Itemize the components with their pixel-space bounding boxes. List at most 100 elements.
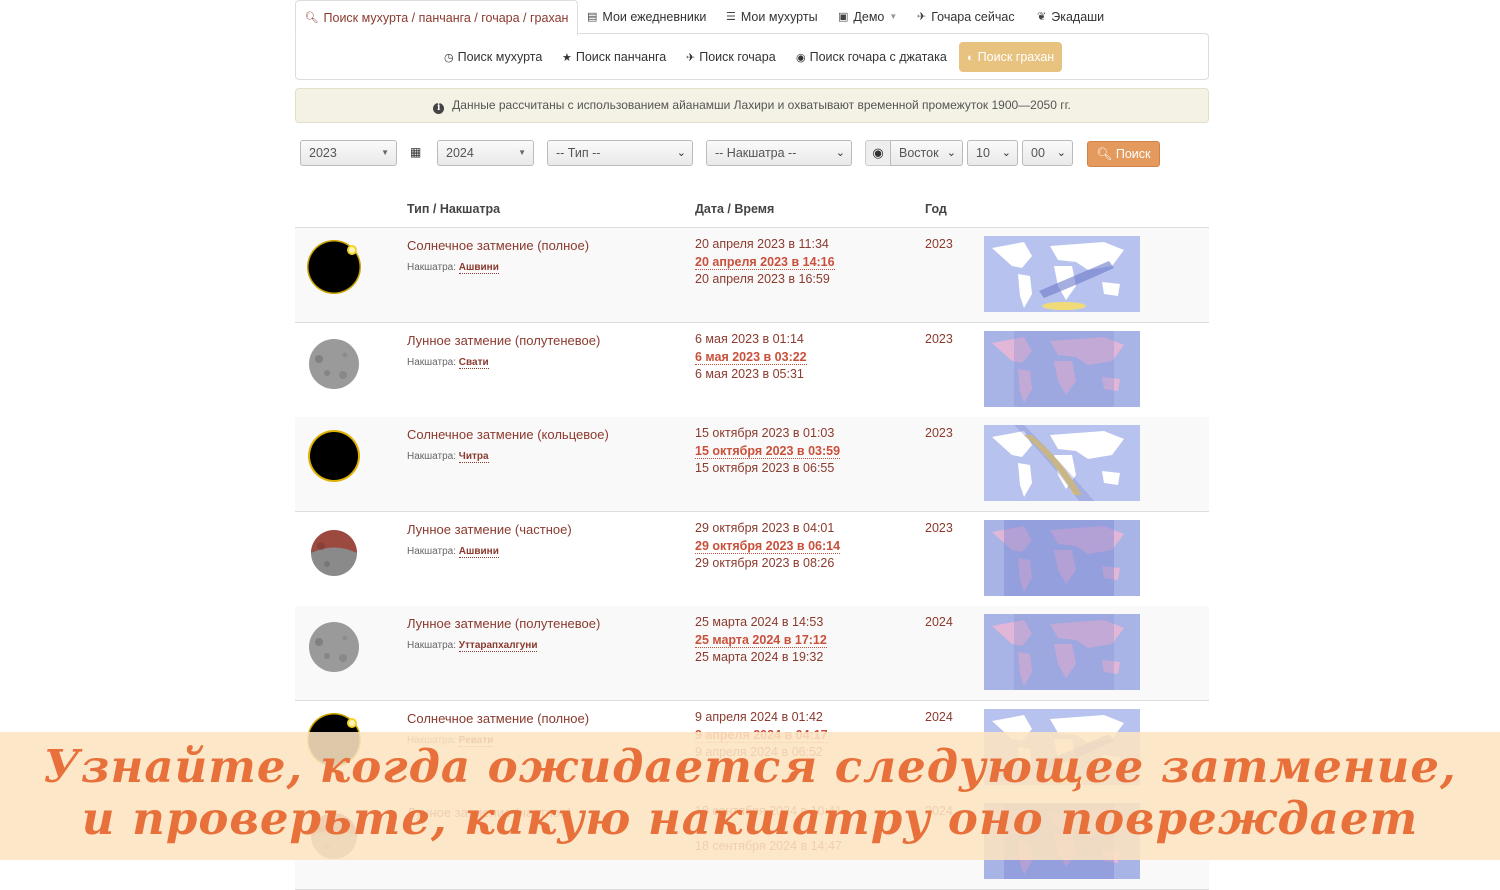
solar-eclipse-icon	[308, 430, 360, 482]
subnav-label: Поиск гочара с джатака	[809, 50, 947, 64]
eclipse-start: 9 апреля 2024 в 01:42	[695, 710, 823, 724]
subnav-label: Поиск грахан	[977, 50, 1055, 64]
header-date: Дата / Время	[695, 202, 775, 216]
search-button-label: Поиск	[1115, 147, 1151, 161]
eclipse-map[interactable]	[984, 331, 1140, 407]
eclipse-year: 2024	[925, 710, 953, 724]
tab-gochara-now[interactable]: ✈︎ Гочара сейчас	[917, 0, 1015, 34]
eclipse-year: 2023	[925, 237, 953, 251]
eclipse-icon-cell	[305, 427, 363, 485]
eclipse-map-image[interactable]	[984, 236, 1140, 312]
table-row: Лунное затмение (полутеневое) Накшатра: С…	[295, 323, 1209, 418]
nakshatra-link[interactable]: Ашвини	[458, 546, 499, 558]
eclipse-start: 25 марта 2024 в 14:53	[695, 615, 824, 629]
hour-value: 10	[976, 146, 990, 160]
eclipse-icon-cell	[305, 333, 363, 391]
tab-ekadashi[interactable]: ❦ Экадаши	[1037, 0, 1104, 34]
chevron-down-icon: ▼	[381, 148, 389, 157]
page-content: 🔍︎ Поиск мухурта / панчанга / гочара / г…	[295, 0, 1209, 890]
year-from-select[interactable]: 2023 ▼	[300, 140, 397, 166]
search-button[interactable]: 🔍︎ Поиск	[1087, 141, 1160, 167]
eclipse-start: 29 октября 2023 в 04:01	[695, 521, 835, 535]
eclipse-type: Лунное затмение (частное)	[407, 522, 572, 537]
subnav-label: Поиск панчанга	[575, 50, 667, 64]
table-row: Лунное затмение (частное) Накшатра: Ашвин…	[295, 512, 1209, 607]
header-type: Тип / Накшатра	[407, 202, 501, 216]
chevron-down-icon: ⌄	[676, 147, 686, 159]
star-icon: ★	[562, 52, 572, 64]
eclipse-type: Солнечное затмение (кольцевое)	[407, 427, 609, 442]
eclipse-peak[interactable]: 15 октября 2023 в 03:59	[695, 444, 841, 459]
eclipse-peak[interactable]: 25 марта 2024 в 17:12	[695, 633, 827, 648]
hour-select[interactable]: 10 ⌄	[967, 140, 1018, 166]
eclipse-peak[interactable]: 6 мая 2023 в 03:22	[695, 350, 807, 365]
eclipse-map-image[interactable]	[984, 520, 1140, 596]
subnav-panchanga-search[interactable]: ★ Поиск панчанга	[554, 42, 674, 72]
chevron-down-icon: ▼	[518, 148, 526, 157]
year-to-value: 2024	[446, 146, 474, 160]
nakshatra-link[interactable]: Свати	[458, 357, 489, 369]
eclipse-map[interactable]	[984, 614, 1140, 690]
eclipse-end: 6 мая 2023 в 05:31	[695, 367, 804, 381]
eclipse-map[interactable]	[984, 236, 1140, 312]
tab-search[interactable]: 🔍︎ Поиск мухурта / панчанга / гочара / г…	[295, 0, 578, 36]
eclipse-end: 20 апреля 2023 в 16:59	[695, 272, 830, 286]
eclipse-map[interactable]	[984, 520, 1140, 596]
subnav-label: Поиск мухурта	[457, 50, 543, 64]
search-icon: 🔍︎	[304, 12, 319, 24]
solar-eclipse-icon	[307, 240, 361, 294]
chevron-down-icon: ⌄	[1001, 147, 1011, 159]
eclipse-peak[interactable]: 29 октября 2023 в 06:14	[695, 539, 841, 554]
nakshatra-label: Накшатра:	[407, 451, 457, 462]
banner-line-1: Узнайте, когда ожидается следующее затме…	[43, 740, 1457, 793]
subnav-gochara-search[interactable]: ✈︎ Поиск гочара	[678, 42, 784, 72]
eclipse-icon-cell	[305, 522, 363, 580]
table-row: Лунное затмение (полутеневое) Накшатра: У…	[295, 606, 1209, 701]
table-row: Солнечное затмение (полное) Накшатра: Ашв…	[295, 228, 1209, 323]
nakshatra-link[interactable]: Читра	[458, 451, 489, 463]
main-tabs: 🔍︎ Поиск мухурта / панчанга / гочара / г…	[295, 0, 1209, 36]
eclipse-map-image[interactable]	[984, 331, 1140, 407]
globe-icon: ◉	[796, 52, 806, 64]
year-to-select[interactable]: 2024 ▼	[437, 140, 534, 166]
tab-label: Поиск мухурта / панчанга / гочара / грах…	[323, 11, 569, 25]
subnav-grahan-search[interactable]: ◐ Поиск грахан	[959, 42, 1063, 72]
nakshatra-select[interactable]: -- Накшатра -- ⌄	[706, 140, 852, 166]
nakshatra-line: Накшатра: Ашвини	[407, 262, 499, 274]
minute-select[interactable]: 00 ⌄	[1022, 140, 1073, 166]
timezone-value: Восток	[899, 146, 939, 160]
nakshatra-link[interactable]: Уттарапхалгуни	[458, 640, 538, 652]
eclipse-start: 15 октября 2023 в 01:03	[695, 426, 835, 440]
tab-demo[interactable]: ▣ Демо ▼	[838, 0, 897, 34]
tab-my-diaries[interactable]: ▤ Мои ежедневники	[587, 0, 706, 34]
eclipse-year: 2023	[925, 426, 953, 440]
type-select[interactable]: -- Тип -- ⌄	[547, 140, 693, 166]
info-text: Данные рассчитаны с использованием айана…	[452, 98, 1071, 112]
eclipse-icon-cell	[305, 616, 363, 674]
nakshatra-link[interactable]: Ашвини	[458, 262, 499, 274]
calendar-icon: ▦	[410, 145, 422, 159]
subnav-muhurta-search[interactable]: ◷ Поиск мухурта	[436, 42, 550, 72]
chevron-down-icon: ⌄	[1056, 147, 1066, 159]
info-alert: i Данные рассчитаны с использованием айан…	[295, 88, 1209, 123]
subnav-panel: ◷ Поиск мухурта ★ Поиск панчанга ✈︎ Поиск г…	[295, 33, 1209, 80]
eclipse-peak[interactable]: 20 апреля 2023 в 14:16	[695, 255, 835, 270]
info-icon: i	[433, 103, 445, 114]
eclipse-map[interactable]	[984, 425, 1140, 501]
header-year: Год	[925, 202, 947, 216]
table-header: Тип / Накшатра Дата / Время Год	[295, 192, 1209, 228]
eclipse-type: Лунное затмение (полутеневое)	[407, 616, 601, 631]
tab-my-muhurtas[interactable]: ☰ Мои мухурты	[726, 0, 818, 34]
subnav-label: Поиск гочара	[699, 50, 776, 64]
eclipse-year: 2024	[925, 615, 953, 629]
type-select-value: -- Тип --	[556, 146, 601, 160]
subnav-gochara-jataka-search[interactable]: ◉ Поиск гочара с джатака	[788, 42, 955, 72]
globe-icon: ◉	[865, 140, 891, 166]
eclipse-map-image[interactable]	[984, 425, 1140, 501]
notebook-icon: ▤	[587, 11, 598, 23]
tab-label: Гочара сейчас	[931, 10, 1015, 24]
timezone-select[interactable]: Восток ⌄	[890, 140, 963, 166]
year-from-value: 2023	[309, 146, 337, 160]
eclipse-map-image[interactable]	[984, 614, 1140, 690]
search-icon: 🔍︎	[1096, 147, 1113, 161]
